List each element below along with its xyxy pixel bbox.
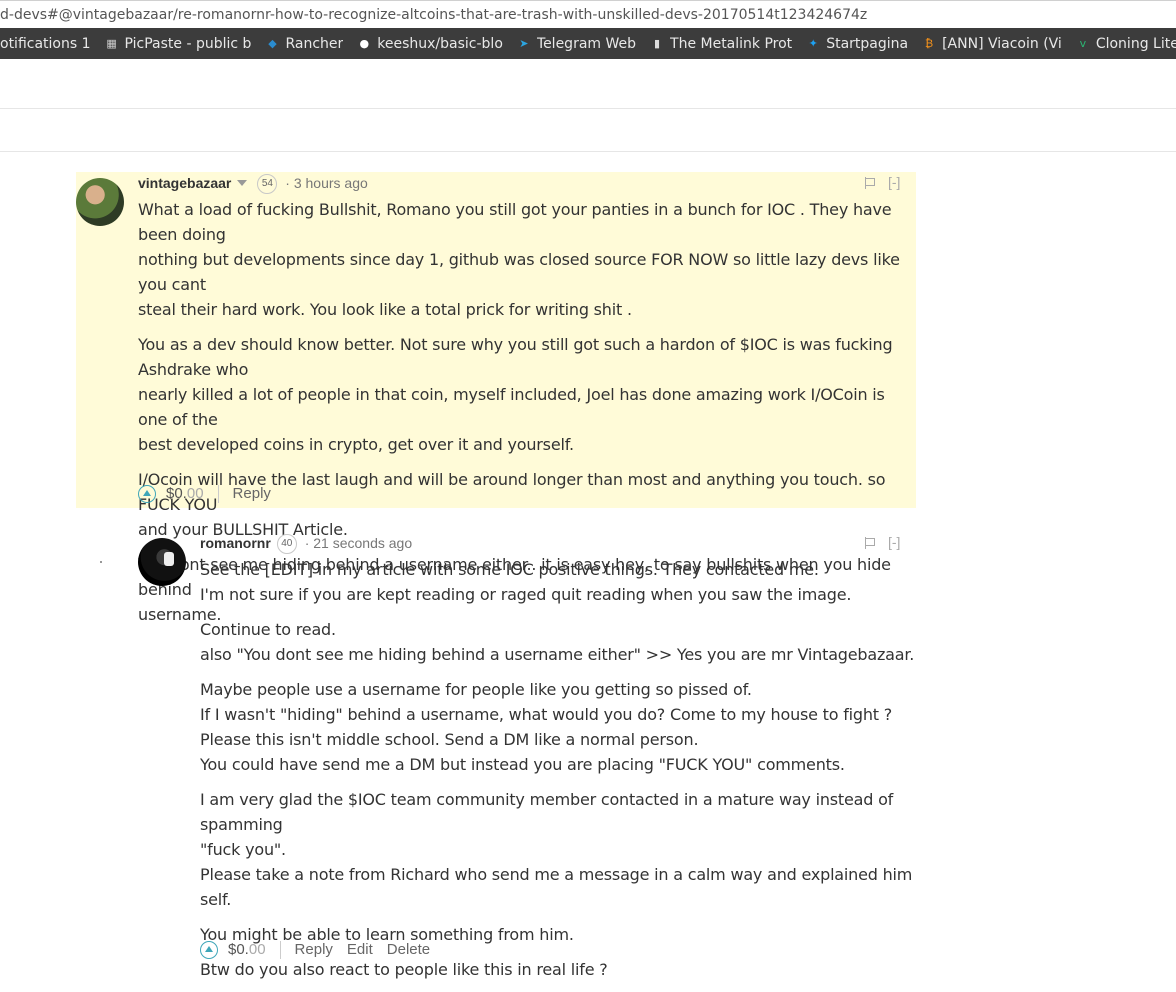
reply-link[interactable]: Reply (295, 940, 333, 960)
comment-paragraph: Btw do you also react to people like thi… (200, 957, 920, 982)
reply-link[interactable]: Reply (233, 484, 271, 504)
bookmark-label: Cloning Litecoin - (1095, 35, 1176, 52)
url-text: d-devs#@vintagebazaar/re-romanornr-how-t… (0, 7, 868, 23)
twitter-icon: ✦ (808, 36, 818, 50)
picpaste-icon: ▦ (106, 36, 117, 50)
comment-line: steal their hard work. You look like a t… (138, 300, 632, 319)
comment-paragraph: See the [EDIT] in my article with some I… (200, 557, 920, 607)
comment-paragraph: What a load of fucking Bullshit, Romano … (138, 197, 918, 322)
bookmark-item[interactable]: ◆ Rancher (265, 28, 343, 59)
page-divider (0, 151, 1176, 152)
flag-icon[interactable] (864, 177, 876, 189)
edit-link[interactable]: Edit (347, 940, 373, 960)
comment-footer: $0.00 Reply (138, 484, 285, 504)
comment-paragraph: I/Ocoin will have the last laugh and wil… (138, 467, 918, 542)
decorative-dot (100, 561, 102, 563)
comment-line: You as a dev should know better. Not sur… (138, 335, 893, 379)
payout-main: $0. (166, 485, 187, 502)
payout-main: $0. (228, 941, 249, 958)
bookmark-label: Telegram Web (536, 35, 637, 52)
book-icon: ▮ (653, 36, 661, 50)
bookmark-item[interactable]: ➤ Telegram Web (517, 28, 636, 59)
bookmark-label: Rancher (285, 35, 344, 52)
comment-paragraph: You as a dev should know better. Not sur… (138, 332, 918, 457)
comment-line: What a load of fucking Bullshit, Romano … (138, 200, 892, 244)
avatar[interactable] (138, 538, 186, 586)
avatar[interactable] (76, 178, 124, 226)
comment-footer: $0.00 Reply Edit Delete (200, 940, 444, 960)
telegram-icon: ➤ (519, 36, 529, 50)
author-link[interactable]: vintagebazaar (138, 175, 231, 191)
payout-cents: 00 (186, 485, 204, 502)
bookmark-item[interactable]: ● keeshux/basic-blo (357, 28, 503, 59)
flag-icon[interactable] (864, 537, 876, 549)
bookmarks-bar: otifications 1 ▦ PicPaste - public b ◆ Ranch… (0, 28, 1176, 59)
comment-line: Maybe people use a username for people l… (200, 680, 752, 699)
delete-link[interactable]: Delete (387, 940, 430, 960)
timestamp-text: 3 hours ago (293, 175, 368, 191)
comment-line: "fuck you". (200, 840, 286, 859)
comment-line: See the [EDIT] in my article with some I… (200, 560, 819, 579)
divider (279, 941, 281, 959)
author-link[interactable]: romanornr (200, 535, 271, 551)
collapse-toggle[interactable]: [-] (888, 174, 900, 190)
rancher-icon: ◆ (268, 36, 277, 50)
bookmark-label: otifications 1 (0, 35, 91, 52)
address-bar[interactable]: d-devs#@vintagebazaar/re-romanornr-how-t… (0, 0, 1176, 29)
github-icon: ● (359, 36, 370, 50)
comment-line: also "You dont see me hiding behind a us… (200, 645, 915, 664)
comment-line: If I wasn't "hiding" behind a username, … (200, 705, 893, 724)
page-divider (0, 108, 1176, 109)
comment-line: You could have send me a DM but instead … (200, 755, 845, 774)
payout-value[interactable]: $0.00 (166, 484, 204, 504)
bitcoin-icon: ₿ (925, 36, 934, 50)
bookmark-item[interactable]: v Cloning Litecoin - (1076, 28, 1176, 59)
comment-line: nothing but developments since day 1, gi… (138, 250, 900, 294)
bookmark-label: The Metalink Prot (670, 35, 793, 52)
bookmark-item[interactable]: ▮ The Metalink Prot (650, 28, 792, 59)
comment-body: See the [EDIT] in my article with some I… (200, 557, 920, 992)
comment-header: vintagebazaar 54 · 3 hours ago (138, 173, 368, 195)
comment-line: Btw do you also react to people like thi… (200, 960, 608, 979)
v-icon: v (1079, 36, 1087, 50)
comment-line: Continue to read. (200, 620, 336, 639)
comment-paragraph: Continue to read. also "You dont see me h… (200, 617, 920, 667)
comment-line: nearly killed a lot of people in that co… (138, 385, 885, 429)
comment-header: romanornr 40 · 21 seconds ago (200, 533, 412, 555)
timestamp[interactable]: · 21 seconds ago (305, 535, 412, 551)
comment-line: I'm not sure if you are kept reading or … (200, 585, 852, 604)
timestamp-text: 21 seconds ago (313, 535, 413, 551)
payout-value[interactable]: $0.00 (228, 940, 266, 960)
comment-line: Please take a note from Richard who send… (200, 865, 913, 909)
comment-paragraph: I am very glad the $IOC team community m… (200, 787, 920, 912)
bookmark-label: keeshux/basic-blo (377, 35, 503, 52)
collapse-toggle[interactable]: [-] (888, 534, 900, 550)
bookmark-item[interactable]: ✦ Startpagina (806, 28, 909, 59)
bookmark-label: Startpagina (826, 35, 909, 52)
comment-line: best developed coins in crypto, get over… (138, 435, 574, 454)
payout-cents: 00 (248, 941, 266, 958)
comment-line: I am very glad the $IOC team community m… (200, 790, 894, 834)
bookmark-item[interactable]: ▦ PicPaste - public b (105, 28, 252, 59)
bookmark-item[interactable]: ₿ [ANN] Viacoin (Vi (922, 28, 1062, 59)
dropdown-caret-icon[interactable] (237, 180, 248, 187)
reputation-badge: 40 (276, 534, 297, 555)
timestamp[interactable]: · 3 hours ago (285, 175, 368, 191)
comment-line: Please this isn't middle school. Send a … (200, 730, 699, 749)
upvote-icon[interactable] (200, 941, 218, 959)
reputation-badge: 54 (257, 174, 278, 195)
bookmark-label: [ANN] Viacoin (Vi (942, 35, 1062, 52)
divider (217, 485, 219, 503)
upvote-icon[interactable] (138, 485, 156, 503)
comment-paragraph: Maybe people use a username for people l… (200, 677, 920, 777)
bookmark-item[interactable]: otifications 1 (0, 28, 91, 59)
bookmark-label: PicPaste - public b (124, 35, 252, 52)
